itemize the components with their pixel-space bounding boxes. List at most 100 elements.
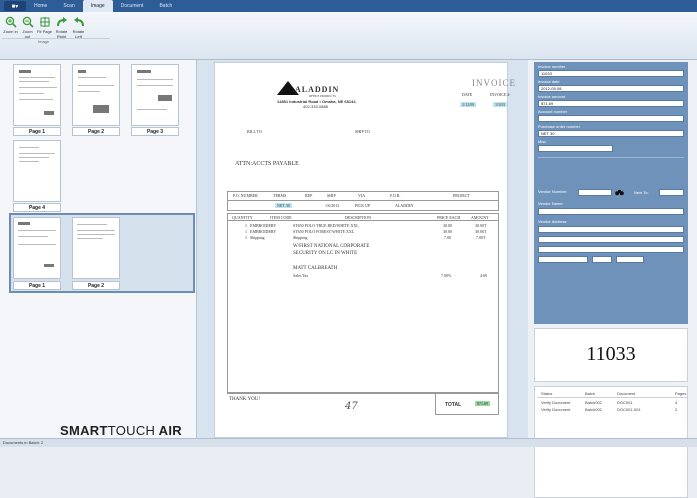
zoom-out-button[interactable]: Zoom out [20, 16, 35, 39]
zoom-out-icon [22, 16, 34, 28]
next-to-field[interactable] [659, 189, 684, 196]
account-number-field[interactable] [538, 115, 684, 122]
line-qty: 1 [245, 235, 247, 240]
line-desc: W/FIRST NATIONAL CORPORATE [293, 244, 370, 249]
grid-cell[interactable]: Verify Document [541, 400, 570, 405]
thumbnail-page[interactable] [13, 140, 61, 202]
line-amount: 7.00T [476, 235, 486, 240]
tab-batch[interactable]: Batch [151, 0, 180, 12]
grid-cell[interactable]: Batch002 [585, 407, 602, 412]
company-logo: ALADDIN [295, 85, 340, 94]
grid-cell[interactable]: 4 [675, 400, 677, 405]
tab-image[interactable]: Image [82, 0, 113, 12]
misc-label: Misc [538, 139, 547, 144]
batch-1: Page 1 Page 2 Page 3 Page 4 [9, 62, 195, 212]
vendor-zip-field[interactable] [616, 256, 644, 263]
invoice-number-field[interactable]: 11033 [538, 70, 684, 77]
vendor-address-line[interactable] [538, 226, 684, 233]
fit-page-icon [39, 17, 50, 27]
line-amount: 30.00T [475, 223, 487, 228]
line-items-table [227, 213, 499, 393]
col-description: DESCRIPTION [345, 215, 372, 220]
index-fields-panel: Invoice number 11033 Invoice date 2012-0… [534, 62, 688, 324]
po-number-field[interactable]: NET 30 [538, 130, 684, 137]
vendor-name-label: Vendor Name: [538, 201, 564, 206]
invoice-date-field[interactable]: 2012-05-08 [538, 85, 684, 92]
fob-value: ALADDIN [395, 203, 414, 208]
vendor-city-field[interactable] [538, 256, 588, 263]
fit-page-button[interactable]: Fit Page [37, 16, 52, 35]
thumbnail-page[interactable] [131, 64, 179, 126]
thumbnail-page[interactable] [72, 217, 120, 279]
grid-header-document[interactable]: Document [617, 391, 635, 396]
grid-cell[interactable]: DOC001 [617, 400, 633, 405]
zoom-in-button[interactable]: Zoom in [3, 16, 18, 35]
line-desc: MATT CALBREATH [293, 266, 338, 271]
thank-you-text: THANK YOU! [229, 397, 261, 402]
po-number-label: Purchase order number [538, 124, 581, 129]
invoice-amount-label: Invoice amount [538, 94, 566, 99]
thumbnail-label: Page 2 [72, 281, 120, 290]
line-desc: SECURITY ON LC IN WHITE [293, 251, 358, 256]
thumbnail-page[interactable] [13, 217, 61, 279]
thumbnail-pane: Page 1 Page 2 Page 3 Page 4 Page 1 Page … [0, 60, 197, 438]
menu-bar: ■▾ Home Scan Image Document Batch [0, 0, 697, 12]
status-bar: Documents in Batch: 2 [0, 438, 697, 447]
terms-value: NET 30 [275, 203, 292, 208]
batch-2-selected[interactable]: Page 1 Page 2 [9, 213, 195, 293]
next-to-label: Next To: [634, 190, 649, 195]
thumbnail-page[interactable] [13, 64, 61, 126]
col-item-code: ITEM CODE [270, 215, 292, 220]
grid-cell[interactable]: DOC001-001 [617, 407, 641, 412]
rotate-left-icon [73, 17, 84, 27]
rotate-right-icon [56, 17, 67, 27]
invoice-number-value: 11033 [493, 102, 507, 107]
attention-line: ATTN:ACCTS PAYABLE [235, 161, 299, 167]
app-menu-button[interactable]: ■▾ [4, 1, 26, 11]
vendor-name-field[interactable] [538, 208, 684, 215]
smarttouch-logo: SMARTTOUCH AIR [60, 423, 182, 438]
total-value: $71.69 [475, 401, 490, 406]
vendor-number-field[interactable] [578, 189, 612, 196]
thumbnail-page[interactable] [72, 64, 120, 126]
company-tagline: OFFICE PRODUCTS [309, 94, 336, 98]
date-label: DATE [462, 92, 473, 97]
tab-document[interactable]: Document [113, 0, 152, 12]
misc-field[interactable] [538, 145, 613, 152]
col-price-each: PRICE EACH [437, 215, 461, 220]
rotate-right-button[interactable]: Rotate Right [54, 16, 69, 39]
col-via: VIA [358, 193, 366, 198]
grid-header-batch[interactable]: Batch [585, 391, 595, 396]
grid-cell[interactable]: 2 [675, 407, 677, 412]
vendor-state-field[interactable] [592, 256, 612, 263]
col-rep: REP [305, 193, 313, 198]
vendor-address-line[interactable] [538, 236, 684, 243]
document-viewer[interactable]: ALADDIN OFFICE PRODUCTS 14851 Industrial… [197, 60, 528, 438]
zoom-in-icon [5, 16, 17, 28]
rotate-left-button[interactable]: Rotate Left [71, 16, 86, 39]
thumbnail-label: Page 4 [13, 203, 61, 212]
bill-to-label: BILL TO [247, 129, 262, 134]
thumbnail-label: Page 1 [13, 127, 61, 136]
grid-cell[interactable]: Batch002 [585, 400, 602, 405]
invoice-date-label: Invoice date [538, 79, 560, 84]
line-code: EMBROIDERY [250, 229, 277, 234]
index-pane: Invoice number 11033 Invoice date 2012-0… [528, 60, 697, 498]
tab-scan[interactable]: Scan [55, 0, 82, 12]
vendor-address-line[interactable] [538, 246, 684, 253]
fit-page-label: Fit Page [37, 29, 52, 34]
line-price: 7.00 [444, 235, 451, 240]
line-code: Shipping [250, 235, 265, 240]
line-desc: Shipping [293, 235, 308, 240]
tab-home[interactable]: Home [26, 0, 55, 12]
account-number-label: Account number [538, 109, 568, 114]
col-po-number: P.O. NUMBER [233, 193, 258, 198]
grid-cell[interactable]: Verify Document [541, 407, 570, 412]
col-terms: TERMS [273, 193, 287, 198]
invoice-number-label: INVOICE # [490, 92, 510, 97]
grid-header-status[interactable]: Status [541, 391, 552, 396]
ribbon-group-label: Image [38, 39, 50, 44]
invoice-amount-field[interactable]: $71.69 [538, 100, 684, 107]
grid-header-pages[interactable]: Pages [675, 391, 686, 396]
binoculars-icon[interactable] [615, 189, 624, 196]
